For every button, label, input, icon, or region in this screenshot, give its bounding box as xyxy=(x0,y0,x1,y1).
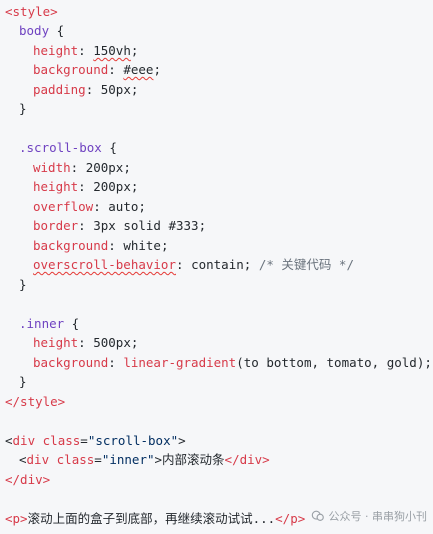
code-line: .inner { xyxy=(19,316,80,331)
close-tag: </div> xyxy=(224,452,270,467)
attr-name: class xyxy=(42,433,81,448)
property: height xyxy=(33,335,79,350)
watermark-text: 公众号 · 串串狗小刊 xyxy=(328,510,428,523)
code-comment: /* 关键代码 */ xyxy=(258,257,354,272)
code-line: <div class="scroll-box"> xyxy=(5,433,186,448)
code-line: <p>滚动上面的盒子到底部，再继续滚动试试...</p> xyxy=(5,511,306,526)
body-selector: body xyxy=(19,23,50,38)
code-line: background: white; xyxy=(33,238,169,253)
property: background xyxy=(33,62,109,77)
wechat-icon xyxy=(311,510,324,521)
inner-selector: .inner xyxy=(19,316,65,331)
value: 500px xyxy=(93,335,131,350)
code-line: padding: 50px; xyxy=(33,82,139,97)
code-line: background: linear-gradient(to bottom, t… xyxy=(33,355,432,370)
property: border xyxy=(33,218,79,233)
tag-name: div xyxy=(26,452,50,467)
code-line: overflow: auto; xyxy=(33,199,146,214)
attr-value: "inner" xyxy=(101,452,155,467)
close-tag: </div> xyxy=(5,472,51,487)
code-line: } xyxy=(19,277,27,292)
code-line: </style> xyxy=(5,392,65,411)
property: background xyxy=(33,355,109,370)
value: white xyxy=(123,238,161,253)
scroll-box-selector: .scroll-box xyxy=(19,140,102,155)
property: background xyxy=(33,238,109,253)
attr-name: class xyxy=(56,452,95,467)
value: auto xyxy=(108,199,139,214)
p-close-tag: </p> xyxy=(275,511,306,526)
property: height xyxy=(33,179,79,194)
function-name: linear-gradient xyxy=(123,355,237,370)
value: contain xyxy=(191,257,244,272)
value: 200px xyxy=(93,179,131,194)
value: 200px xyxy=(85,160,124,175)
property: overflow xyxy=(33,199,94,214)
code-line: } xyxy=(19,101,27,116)
code-line: } xyxy=(19,374,27,389)
property: height xyxy=(33,43,79,58)
code-line: height: 200px; xyxy=(33,179,139,194)
style-open-tag: <style> xyxy=(5,4,58,19)
code-line: overscroll-behavior: contain; /* 关键代码 */ xyxy=(33,257,354,272)
style-close-tag: </style> xyxy=(5,394,66,409)
value: 50px xyxy=(100,82,131,97)
function-args: (to bottom, tomato, gold) xyxy=(236,355,425,370)
property: overscroll-behavior xyxy=(33,257,176,272)
watermark: 公众号 · 串串狗小刊 xyxy=(306,508,428,524)
value: 3px solid #333 xyxy=(93,218,199,233)
code-line: <style> xyxy=(5,2,58,21)
inner-div-text: 内部滚动条 xyxy=(162,452,225,467)
attr-value: "scroll-box" xyxy=(87,433,179,448)
code-block: <style> body { height: 150vh; background… xyxy=(0,0,433,534)
code-line: border: 3px solid #333; xyxy=(33,218,207,233)
code-line: background: #eee; xyxy=(33,62,161,77)
code-line: .scroll-box { xyxy=(19,140,117,155)
property: width xyxy=(33,160,71,175)
code-line: height: 500px; xyxy=(33,335,139,350)
code-line: </div> xyxy=(5,470,50,489)
value: 150vh xyxy=(93,43,131,58)
tag-name: div xyxy=(12,433,36,448)
code-line: width: 200px; xyxy=(33,160,131,175)
value: #eee xyxy=(123,62,154,77)
code-line: height: 150vh; xyxy=(33,43,139,58)
property: padding xyxy=(33,82,86,97)
code-line: <div class="inner">内部滚动条</div> xyxy=(19,452,270,467)
code-line: body { xyxy=(19,23,65,38)
paragraph-text: 滚动上面的盒子到底部，再继续滚动试试... xyxy=(27,511,276,526)
